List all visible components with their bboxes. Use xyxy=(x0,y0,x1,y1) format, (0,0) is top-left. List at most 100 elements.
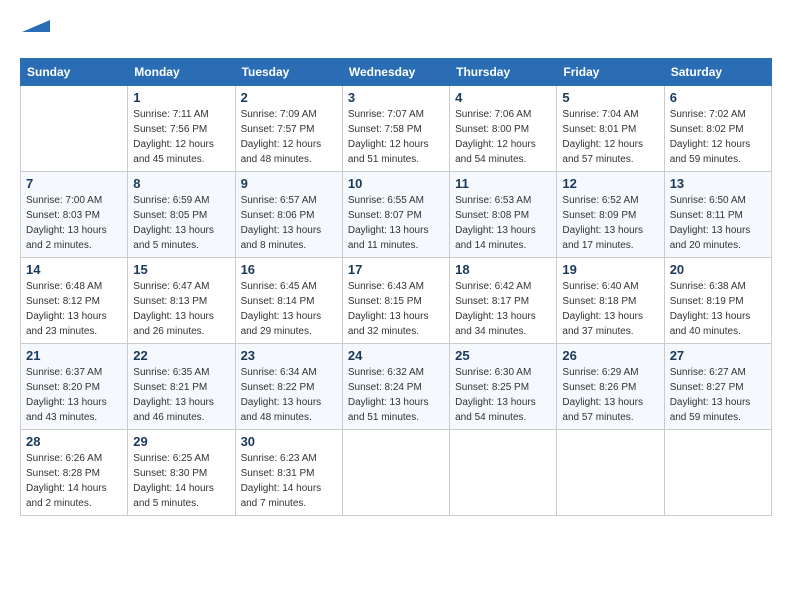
day-info: Sunrise: 6:34 AM Sunset: 8:22 PM Dayligh… xyxy=(241,365,337,425)
day-number: 29 xyxy=(133,434,229,449)
day-info: Sunrise: 6:52 AM Sunset: 8:09 PM Dayligh… xyxy=(562,193,658,253)
day-info: Sunrise: 6:43 AM Sunset: 8:15 PM Dayligh… xyxy=(348,279,444,339)
day-info: Sunrise: 6:30 AM Sunset: 8:25 PM Dayligh… xyxy=(455,365,551,425)
day-number: 21 xyxy=(26,348,122,363)
calendar-cell: 3Sunrise: 7:07 AM Sunset: 7:58 PM Daylig… xyxy=(342,86,449,172)
calendar-cell: 6 Sunrise: 7:02 AM Sunset: 8:02 PM Daylig… xyxy=(664,86,771,172)
day-info: Sunrise: 6:59 AM Sunset: 8:05 PM Dayligh… xyxy=(133,193,229,253)
day-info: Sunrise: 7:00 AM Sunset: 8:03 PM Dayligh… xyxy=(26,193,122,253)
col-header-tuesday: Tuesday xyxy=(235,59,342,86)
day-number: 19 xyxy=(562,262,658,277)
day-number: 24 xyxy=(348,348,444,363)
day-info: Sunrise: 6:50 AM Sunset: 8:11 PM Dayligh… xyxy=(670,193,766,253)
day-info: Sunrise: 6:35 AM Sunset: 8:21 PM Dayligh… xyxy=(133,365,229,425)
day-info: Sunrise: 6:27 AM Sunset: 8:27 PM Dayligh… xyxy=(670,365,766,425)
calendar-cell: 29 Sunrise: 6:25 AM Sunset: 8:30 PM Dayli… xyxy=(128,430,235,516)
day-info: Sunrise: 6:53 AM Sunset: 8:08 PM Dayligh… xyxy=(455,193,551,253)
calendar-cell xyxy=(342,430,449,516)
calendar-cell: 18 Sunrise: 6:42 AM Sunset: 8:17 PM Dayli… xyxy=(450,258,557,344)
day-number: 16 xyxy=(241,262,337,277)
calendar-table: SundayMondayTuesdayWednesdayThursdayFrid… xyxy=(20,58,772,516)
day-info: Sunrise: 6:26 AM Sunset: 8:28 PM Dayligh… xyxy=(26,451,122,511)
day-info: Sunrise: 6:29 AM Sunset: 8:26 PM Dayligh… xyxy=(562,365,658,425)
col-header-saturday: Saturday xyxy=(664,59,771,86)
day-number: 6 xyxy=(670,90,766,105)
calendar-cell: 21 Sunrise: 6:37 AM Sunset: 8:20 PM Dayli… xyxy=(21,344,128,430)
day-number: 11 xyxy=(455,176,551,191)
calendar-cell: 19 Sunrise: 6:40 AM Sunset: 8:18 PM Dayli… xyxy=(557,258,664,344)
day-info: Sunrise: 6:55 AM Sunset: 8:07 PM Dayligh… xyxy=(348,193,444,253)
calendar-cell: 1 Sunrise: 7:11 AM Sunset: 7:56 PM Daylig… xyxy=(128,86,235,172)
day-number: 27 xyxy=(670,348,766,363)
day-info: Sunrise: 6:57 AM Sunset: 8:06 PM Dayligh… xyxy=(241,193,337,253)
day-number: 5 xyxy=(562,90,658,105)
calendar-cell: 5 Sunrise: 7:04 AM Sunset: 8:01 PM Daylig… xyxy=(557,86,664,172)
day-info: Sunrise: 6:37 AM Sunset: 8:20 PM Dayligh… xyxy=(26,365,122,425)
day-number: 25 xyxy=(455,348,551,363)
day-info: Sunrise: 7:07 AM Sunset: 7:58 PM Dayligh… xyxy=(348,107,444,167)
calendar-cell: 24Sunrise: 6:32 AM Sunset: 8:24 PM Dayli… xyxy=(342,344,449,430)
day-number: 20 xyxy=(670,262,766,277)
calendar-cell: 14 Sunrise: 6:48 AM Sunset: 8:12 PM Dayli… xyxy=(21,258,128,344)
calendar-cell xyxy=(557,430,664,516)
day-number: 17 xyxy=(348,262,444,277)
calendar-cell: 2Sunrise: 7:09 AM Sunset: 7:57 PM Daylig… xyxy=(235,86,342,172)
col-header-wednesday: Wednesday xyxy=(342,59,449,86)
day-number: 10 xyxy=(348,176,444,191)
day-info: Sunrise: 7:09 AM Sunset: 7:57 PM Dayligh… xyxy=(241,107,337,167)
day-number: 18 xyxy=(455,262,551,277)
day-number: 7 xyxy=(26,176,122,191)
calendar-cell: 23 Sunrise: 6:34 AM Sunset: 8:22 PM Dayli… xyxy=(235,344,342,430)
day-info: Sunrise: 6:42 AM Sunset: 8:17 PM Dayligh… xyxy=(455,279,551,339)
day-number: 14 xyxy=(26,262,122,277)
day-number: 26 xyxy=(562,348,658,363)
calendar-cell: 13 Sunrise: 6:50 AM Sunset: 8:11 PM Dayli… xyxy=(664,172,771,258)
logo xyxy=(20,20,50,42)
calendar-cell: 7 Sunrise: 7:00 AM Sunset: 8:03 PM Daylig… xyxy=(21,172,128,258)
col-header-sunday: Sunday xyxy=(21,59,128,86)
calendar-cell: 12 Sunrise: 6:52 AM Sunset: 8:09 PM Dayli… xyxy=(557,172,664,258)
day-info: Sunrise: 6:38 AM Sunset: 8:19 PM Dayligh… xyxy=(670,279,766,339)
logo-arrow-icon xyxy=(22,12,50,40)
day-info: Sunrise: 6:48 AM Sunset: 8:12 PM Dayligh… xyxy=(26,279,122,339)
day-info: Sunrise: 7:02 AM Sunset: 8:02 PM Dayligh… xyxy=(670,107,766,167)
calendar-cell: 20 Sunrise: 6:38 AM Sunset: 8:19 PM Dayli… xyxy=(664,258,771,344)
day-info: Sunrise: 7:04 AM Sunset: 8:01 PM Dayligh… xyxy=(562,107,658,167)
day-number: 15 xyxy=(133,262,229,277)
calendar-cell: 10 Sunrise: 6:55 AM Sunset: 8:07 PM Dayli… xyxy=(342,172,449,258)
day-number: 23 xyxy=(241,348,337,363)
day-info: Sunrise: 7:11 AM Sunset: 7:56 PM Dayligh… xyxy=(133,107,229,167)
day-info: Sunrise: 6:40 AM Sunset: 8:18 PM Dayligh… xyxy=(562,279,658,339)
calendar-cell: 17 Sunrise: 6:43 AM Sunset: 8:15 PM Dayli… xyxy=(342,258,449,344)
calendar-cell: 30 Sunrise: 6:23 AM Sunset: 8:31 PM Dayli… xyxy=(235,430,342,516)
col-header-thursday: Thursday xyxy=(450,59,557,86)
day-number: 4 xyxy=(455,90,551,105)
calendar-cell: 15 Sunrise: 6:47 AM Sunset: 8:13 PM Dayli… xyxy=(128,258,235,344)
day-info: Sunrise: 6:23 AM Sunset: 8:31 PM Dayligh… xyxy=(241,451,337,511)
calendar-cell: 4 Sunrise: 7:06 AM Sunset: 8:00 PM Daylig… xyxy=(450,86,557,172)
calendar-cell xyxy=(664,430,771,516)
calendar-cell: 9 Sunrise: 6:57 AM Sunset: 8:06 PM Daylig… xyxy=(235,172,342,258)
day-number: 12 xyxy=(562,176,658,191)
day-number: 1 xyxy=(133,90,229,105)
calendar-cell: 26 Sunrise: 6:29 AM Sunset: 8:26 PM Dayli… xyxy=(557,344,664,430)
day-number: 9 xyxy=(241,176,337,191)
day-info: Sunrise: 7:06 AM Sunset: 8:00 PM Dayligh… xyxy=(455,107,551,167)
day-number: 30 xyxy=(241,434,337,449)
day-info: Sunrise: 6:47 AM Sunset: 8:13 PM Dayligh… xyxy=(133,279,229,339)
calendar-cell xyxy=(21,86,128,172)
day-number: 13 xyxy=(670,176,766,191)
calendar-cell: 11 Sunrise: 6:53 AM Sunset: 8:08 PM Dayli… xyxy=(450,172,557,258)
calendar-cell xyxy=(450,430,557,516)
calendar-cell: 8 Sunrise: 6:59 AM Sunset: 8:05 PM Daylig… xyxy=(128,172,235,258)
calendar-cell: 25 Sunrise: 6:30 AM Sunset: 8:25 PM Dayli… xyxy=(450,344,557,430)
calendar-cell: 22Sunrise: 6:35 AM Sunset: 8:21 PM Dayli… xyxy=(128,344,235,430)
calendar-cell: 16Sunrise: 6:45 AM Sunset: 8:14 PM Dayli… xyxy=(235,258,342,344)
col-header-friday: Friday xyxy=(557,59,664,86)
calendar-cell: 28 Sunrise: 6:26 AM Sunset: 8:28 PM Dayli… xyxy=(21,430,128,516)
day-info: Sunrise: 6:25 AM Sunset: 8:30 PM Dayligh… xyxy=(133,451,229,511)
page-header xyxy=(20,20,772,42)
col-header-monday: Monday xyxy=(128,59,235,86)
day-number: 28 xyxy=(26,434,122,449)
day-number: 8 xyxy=(133,176,229,191)
